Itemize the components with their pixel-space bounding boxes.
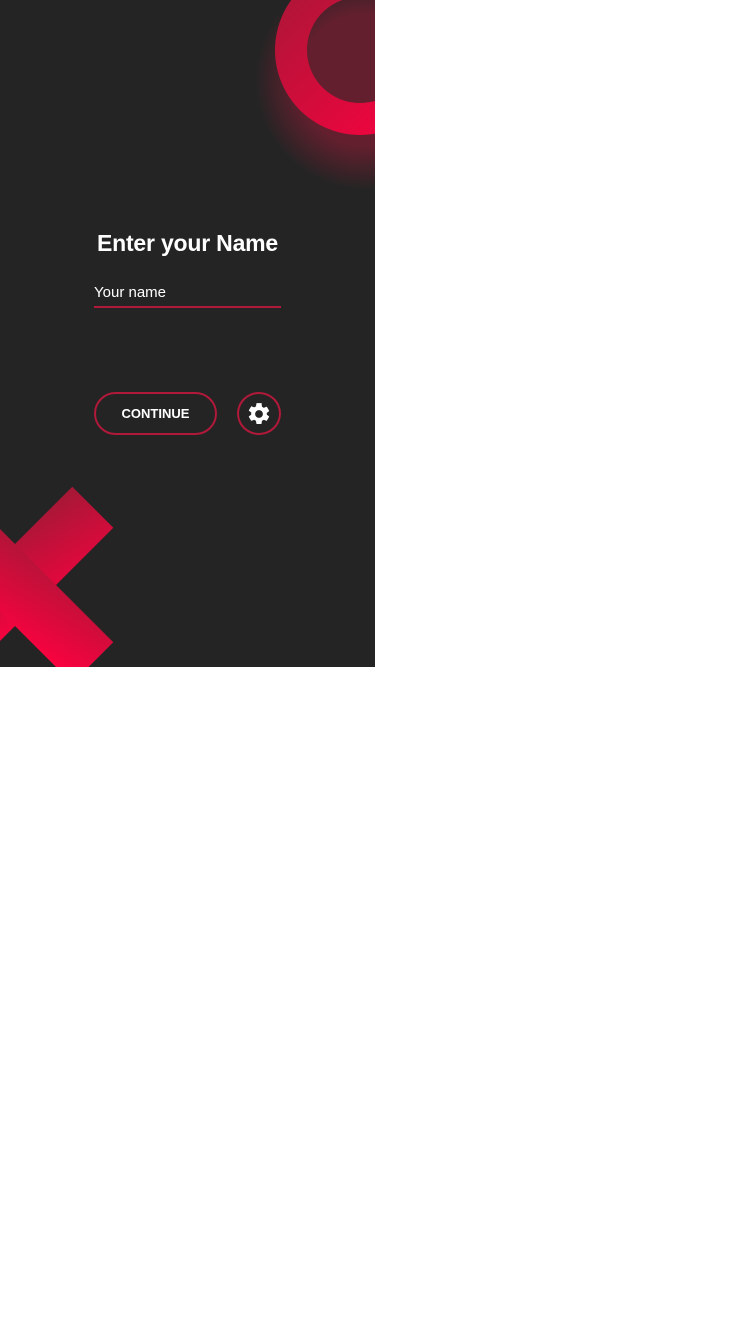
cross-x-decoration — [0, 486, 114, 667]
gear-icon — [248, 402, 270, 424]
page-title: Enter your Name — [96, 230, 279, 256]
name-input[interactable] — [94, 278, 281, 308]
name-entry-screen: Enter your Name CONTINUE — [0, 0, 375, 667]
circle-o-decoration — [255, 0, 375, 190]
settings-button[interactable] — [237, 392, 281, 435]
continue-button[interactable]: CONTINUE — [94, 392, 217, 435]
